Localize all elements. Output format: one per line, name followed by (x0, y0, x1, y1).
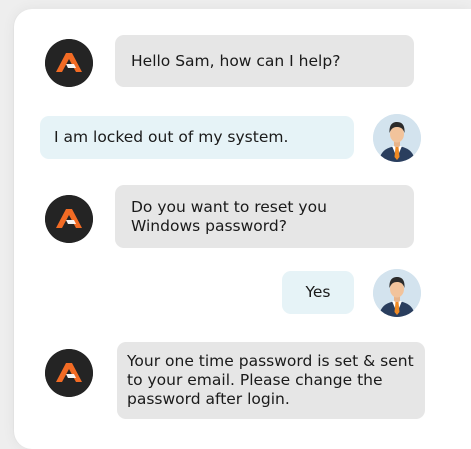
bot-logo-icon (45, 349, 93, 397)
user-avatar-icon (373, 269, 421, 317)
message-text: Hello Sam, how can I help? (131, 51, 341, 70)
user-message: I am locked out of my system. (40, 116, 354, 159)
message-text: Yes (305, 283, 331, 301)
message-text: Do you want to reset you Windows passwor… (131, 197, 327, 235)
chat-panel: Hello Sam, how can I help? I am locked o… (14, 9, 471, 449)
user-message: Yes (282, 271, 354, 314)
message-text: I am locked out of my system. (54, 128, 289, 146)
user-avatar-icon (373, 114, 421, 162)
message-text: Your one time password is set & sent to … (127, 352, 414, 408)
bot-message: Hello Sam, how can I help? (115, 35, 414, 87)
bot-logo-icon (45, 39, 93, 87)
bot-message: Your one time password is set & sent to … (117, 342, 425, 419)
bot-logo-icon (45, 195, 93, 243)
bot-message: Do you want to reset you Windows passwor… (115, 185, 414, 248)
